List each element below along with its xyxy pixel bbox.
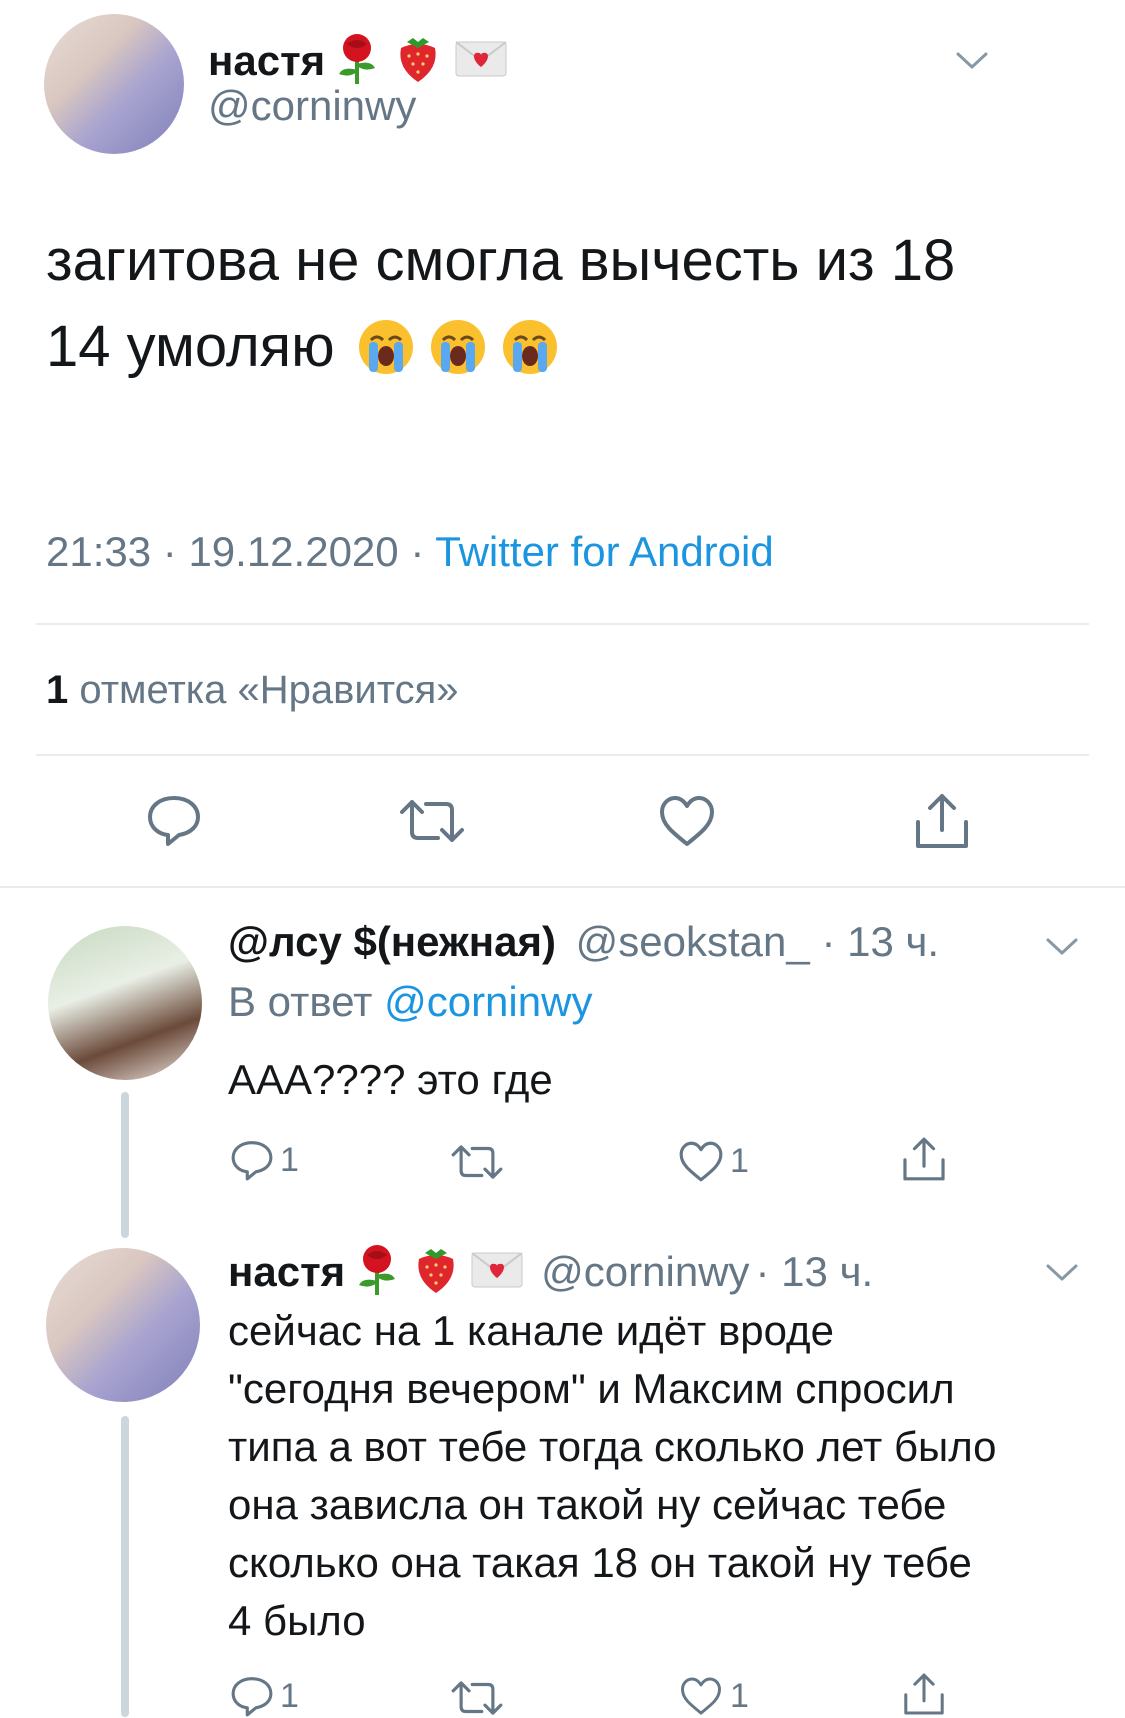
retweet-button[interactable] — [398, 796, 466, 846]
reply-time: · 13 ч. — [821, 918, 940, 965]
heart-icon — [660, 796, 714, 846]
divider — [36, 754, 1089, 756]
tweet-text-line-2: 14 умоляю — [46, 304, 955, 390]
share-button[interactable] — [900, 1136, 948, 1182]
reply-author-handle[interactable]: @corninwy — [541, 1248, 749, 1296]
reply-header: @лсу $(нежная) @seokstan_ · 13 ч. — [228, 918, 939, 966]
retweet-icon — [451, 1681, 503, 1715]
share-button[interactable] — [912, 792, 972, 850]
loudly-crying-face-emoji-icon — [357, 318, 559, 376]
share-icon — [904, 1673, 944, 1715]
avatar[interactable] — [48, 926, 202, 1080]
tweet-text-line: загитова не смогла вычесть из 18 — [46, 228, 956, 293]
strawberry-emoji-icon — [413, 1245, 459, 1300]
likes-summary[interactable]: 1 отметка «Нравится» — [46, 668, 459, 713]
reply-count: 1 — [280, 1676, 299, 1715]
replying-to: В ответ @corninwy — [228, 978, 593, 1025]
love-letter-emoji-icon — [455, 40, 507, 82]
tweet-meta: 21:33 · 19.12.2020 · Twitter for Android — [46, 528, 774, 575]
divider — [0, 886, 1125, 888]
heart-icon — [679, 1141, 723, 1182]
thread-line — [121, 1092, 129, 1238]
like-button[interactable] — [658, 794, 716, 848]
author-name-row: настя — [208, 33, 507, 89]
rose-emoji-icon — [353, 1243, 401, 1302]
author-handle[interactable]: @corninwy — [208, 82, 416, 130]
share-icon — [903, 1137, 945, 1181]
reply-count: 1 — [280, 1140, 299, 1179]
tweet-time: 21:33 — [46, 528, 152, 575]
retweet-button[interactable] — [450, 1678, 504, 1718]
reply-button[interactable] — [146, 792, 202, 848]
share-icon — [916, 794, 968, 848]
retweet-icon — [451, 1145, 503, 1179]
love-letter-emoji-icon — [471, 1251, 523, 1293]
reply-author-name[interactable]: @лсу $(нежная) — [228, 918, 556, 965]
tweet-source-link[interactable]: Twitter for Android — [435, 528, 773, 575]
reply-button[interactable]: 1 — [230, 1138, 299, 1182]
like-button[interactable]: 1 — [678, 1140, 749, 1183]
likes-label: отметка «Нравится» — [68, 668, 459, 712]
reply-button[interactable]: 1 — [230, 1674, 299, 1718]
chevron-down-icon[interactable] — [1045, 1262, 1079, 1289]
like-count: 1 — [730, 1142, 749, 1180]
reply-icon — [231, 1677, 273, 1717]
strawberry-emoji-icon — [395, 34, 441, 89]
tweet-text: загитова не смогла вычесть из 18 14 умол… — [46, 218, 955, 390]
reply-text: сейчас на 1 канале идёт вроде "сегодня в… — [228, 1307, 997, 1644]
reply-author-name[interactable]: настя — [228, 1248, 345, 1296]
reply-time: · 13 ч. — [755, 1248, 874, 1295]
share-button[interactable] — [900, 1672, 948, 1716]
replying-to-link[interactable]: @corninwy — [384, 978, 592, 1025]
reply-author-handle[interactable]: @seokstan_ — [576, 918, 810, 965]
thread-line — [121, 1416, 129, 1717]
like-count: 1 — [730, 1676, 749, 1715]
reply-icon — [231, 1141, 273, 1181]
like-button[interactable]: 1 — [678, 1676, 749, 1716]
chevron-down-icon[interactable] — [955, 50, 989, 77]
reply-icon — [148, 796, 200, 846]
reply-text: ААА???? это где — [228, 1056, 553, 1103]
author-name: настя — [208, 37, 326, 84]
avatar[interactable] — [44, 14, 184, 154]
tweet-date: 19.12.2020 — [188, 528, 399, 575]
heart-icon — [680, 1677, 721, 1715]
divider — [36, 623, 1089, 625]
avatar[interactable] — [46, 1248, 200, 1402]
retweet-button[interactable] — [450, 1142, 504, 1182]
likes-count: 1 — [46, 668, 69, 712]
retweet-icon — [400, 800, 464, 842]
reply-header: настя @corninwy · 13 ч. — [228, 1244, 873, 1300]
chevron-down-icon[interactable] — [1045, 936, 1079, 963]
